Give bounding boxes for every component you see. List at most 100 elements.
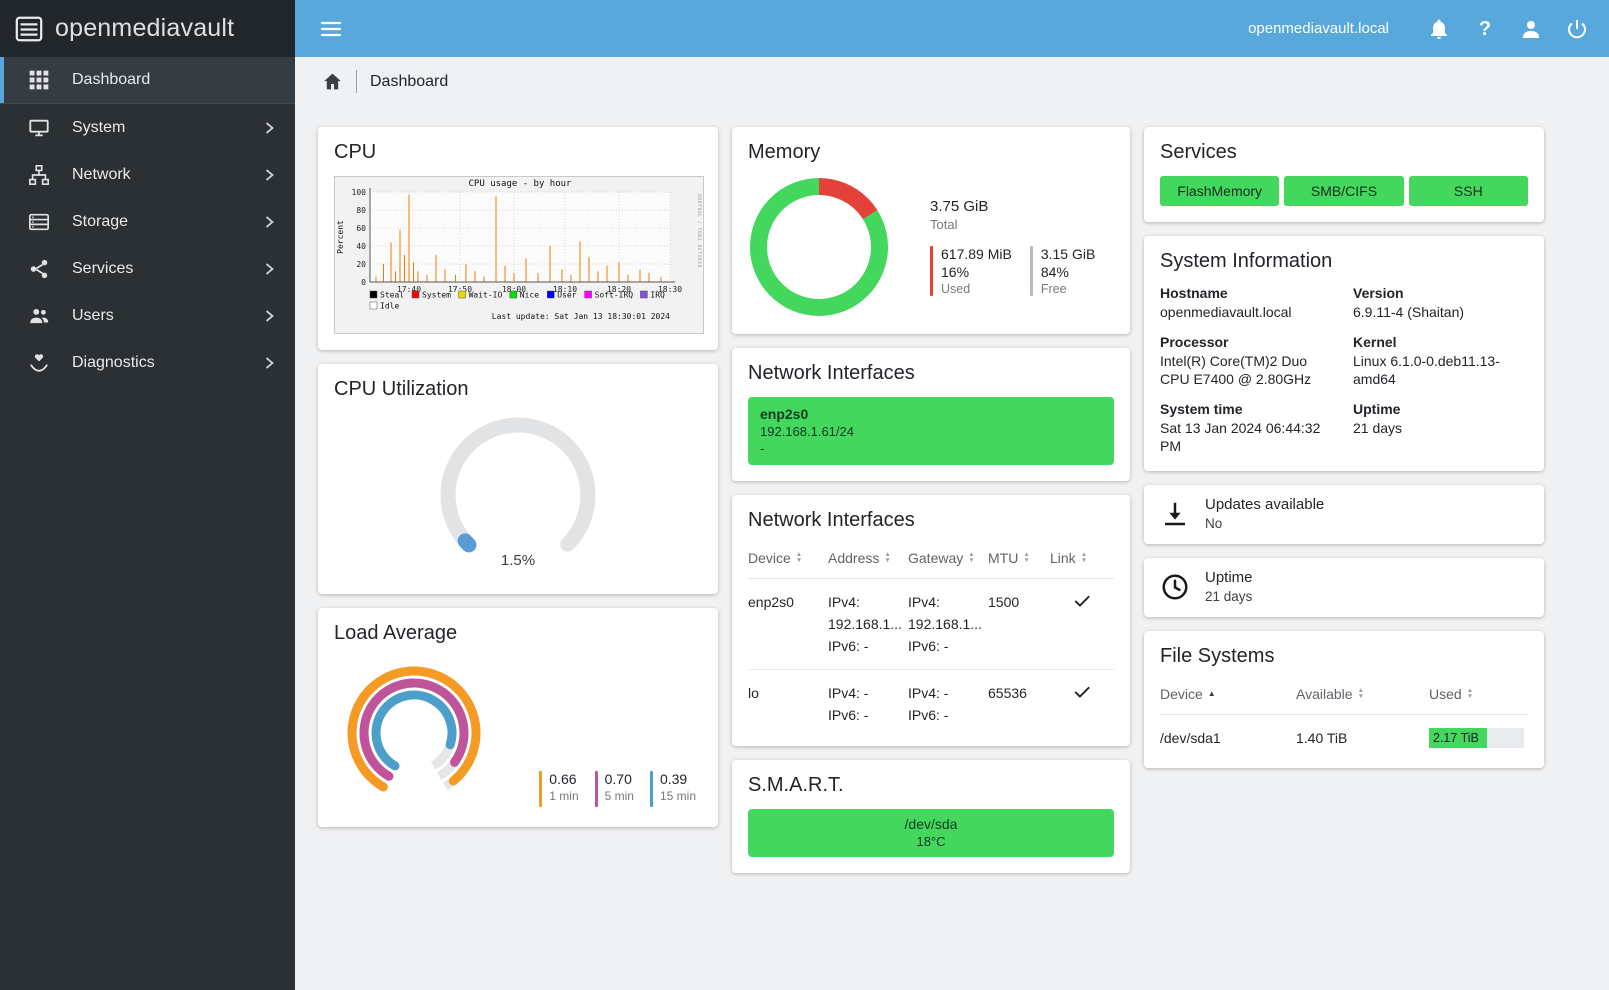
column-header-device[interactable]: Device [1160, 686, 1296, 702]
service-status-ssh[interactable]: SSH [1408, 176, 1528, 206]
column-header-mtu[interactable]: MTU [988, 550, 1050, 566]
svg-text:20: 20 [356, 260, 366, 269]
uptime-value: 21 days [1205, 589, 1253, 604]
updates-available-widget: Updates available No [1144, 485, 1544, 544]
legend-color-bar [649, 771, 653, 807]
table-row: lo IPv4: - IPv6: - IPv4: - IPv6: - 65536 [748, 670, 1114, 730]
top-bar: openmediavault.local ? [295, 0, 1609, 57]
smart-device-name: /dev/sda [904, 816, 958, 832]
memory-donut-chart [750, 178, 888, 316]
logo[interactable]: openmediavault [0, 0, 295, 57]
uptime-widget: Uptime 21 days [1144, 558, 1544, 617]
diagnostics-icon [28, 352, 50, 374]
sidebar-item-system[interactable]: System [0, 104, 295, 151]
memory-stats: 3.75 GiB Total 617.89 MiB 16% Used 3.15 … [930, 198, 1095, 296]
sysinfo-system-time: System time Sat 13 Jan 2024 06:44:32 PM [1160, 401, 1321, 454]
sort-icon [1467, 688, 1473, 700]
file-systems-widget: File Systems Device Available Used /dev/… [1144, 631, 1544, 768]
storage-icon [28, 211, 50, 233]
sidebar-item-network[interactable]: Network [0, 151, 295, 198]
table-row: /dev/sda1 1.40 TiB 2.17 TiB [1160, 715, 1528, 752]
sort-ascending-icon [1208, 691, 1216, 697]
widget-title: Services [1160, 141, 1237, 163]
sidebar-item-diagnostics[interactable]: Diagnostics [0, 339, 295, 386]
cell-gateway: IPv4: 192.168.1... IPv6: - [908, 594, 982, 654]
sort-icon [1081, 552, 1087, 564]
dashboard-icon [28, 69, 50, 91]
svg-text:CPU usage - by hour: CPU usage - by hour [469, 179, 573, 189]
download-updates-icon [1160, 499, 1190, 529]
sidebar-item-dashboard[interactable]: Dashboard [0, 57, 295, 104]
cpu-widget: CPU 0 20 40 60 80 100 17:40 17:50 18:00 18:10 18:2… [318, 127, 718, 350]
updates-value: No [1205, 516, 1223, 531]
sysinfo-hostname: Hostname openmediavault.local [1160, 285, 1292, 320]
sidebar-item-storage[interactable]: Storage [0, 198, 295, 245]
services-icon [28, 258, 50, 280]
widget-title: Memory [748, 141, 821, 163]
help-icon[interactable]: ? [1473, 17, 1497, 41]
cpu-usage-rrd-graph: 02040608010017:40 17:50 18:00 18:10 18:20 18:… [334, 176, 704, 334]
stat-color-bar [1029, 246, 1033, 296]
updates-title: Updates available [1205, 496, 1325, 513]
notifications-bell-icon[interactable] [1427, 17, 1451, 41]
column-header-gateway[interactable]: Gateway [908, 550, 988, 566]
table-header-row: Device Available Used [1160, 680, 1528, 715]
openmediavault-logo-icon [15, 16, 43, 41]
system-icon [28, 117, 50, 139]
svg-text:Percent: Percent [336, 220, 345, 254]
svg-text:Soft-IRQ: Soft-IRQ [595, 291, 634, 300]
column-header-used[interactable]: Used [1429, 686, 1528, 702]
widget-title: Load Average [334, 622, 458, 644]
load-1min-stat: 0.66 1 min [539, 771, 579, 807]
memory-used-stat: 617.89 MiB 16% Used [930, 246, 1012, 296]
sidebar-item-users[interactable]: Users [0, 292, 295, 339]
sidebar: openmediavault Dashboard System Network [0, 0, 295, 990]
sort-icon [884, 552, 890, 564]
cell-device: /dev/sda1 [1160, 730, 1221, 746]
column-header-device[interactable]: Device [748, 550, 828, 566]
sysinfo-uptime: Uptime 21 days [1353, 401, 1403, 436]
load-average-legend: 0.66 1 min 0.70 5 min 0.39 15 min [539, 771, 696, 807]
service-status-smbcifs[interactable]: SMB/CIFS [1284, 176, 1404, 206]
service-status-flashmemory[interactable]: FlashMemory [1160, 176, 1280, 206]
used-capacity-label: 2.17 TiB [1433, 731, 1479, 745]
sidebar-item-label: System [72, 118, 126, 136]
dashboard-widgets: CPU 0 20 40 60 80 100 17:40 17:50 18:00 18:10 18:2… [295, 93, 1609, 873]
memory-widget: Memory 3.75 GiB Total 617.89 MiB 16% Use… [732, 127, 1130, 334]
column-header-available[interactable]: Available [1296, 686, 1429, 702]
power-icon[interactable] [1565, 17, 1589, 41]
cell-device: enp2s0 [748, 594, 794, 610]
widget-title: Network Interfaces [748, 509, 915, 531]
column-header-address[interactable]: Address [828, 550, 908, 566]
sysinfo-kernel: Kernel Linux 6.1.0-0.deb11.13-amd64 [1353, 334, 1500, 387]
svg-text:60: 60 [356, 224, 366, 233]
legend-color-bar [539, 771, 543, 807]
svg-text:Wait-IO: Wait-IO [469, 291, 503, 300]
cpu-utilization-value: 1.5% [501, 552, 535, 569]
widget-title: CPU [334, 141, 377, 163]
column-header-link[interactable]: Link [1050, 550, 1114, 566]
svg-text:0: 0 [361, 278, 366, 287]
sidebar-nav: Dashboard System Network Storage Service… [0, 57, 295, 386]
sidebar-item-services[interactable]: Services [0, 245, 295, 292]
cell-mtu: 65536 [988, 685, 1027, 701]
cell-address: IPv4: 192.168.1... IPv6: - [828, 594, 902, 654]
memory-total-label: Total [930, 217, 958, 232]
interface-address: 192.168.1.61/24 [760, 424, 854, 439]
svg-text:Idle: Idle [380, 302, 399, 311]
chevron-right-icon [261, 261, 277, 277]
sidebar-item-label: Users [72, 306, 114, 324]
sort-icon [968, 552, 974, 564]
home-icon[interactable] [322, 71, 343, 92]
widget-title: Network Interfaces [748, 362, 915, 384]
user-account-icon[interactable] [1519, 17, 1543, 41]
chevron-right-icon [261, 308, 277, 324]
cell-available: 1.40 TiB [1296, 730, 1348, 746]
memory-total-value: 3.75 GiB [930, 198, 989, 215]
hamburger-menu-icon[interactable] [319, 17, 343, 41]
svg-text:Nice: Nice [520, 291, 539, 300]
link-up-check-icon [1050, 591, 1114, 611]
sysinfo-processor: Processor Intel(R) Core(TM)2 Duo CPU E74… [1160, 334, 1312, 387]
svg-text:IRQ: IRQ [650, 291, 665, 300]
uptime-title: Uptime [1205, 569, 1253, 586]
